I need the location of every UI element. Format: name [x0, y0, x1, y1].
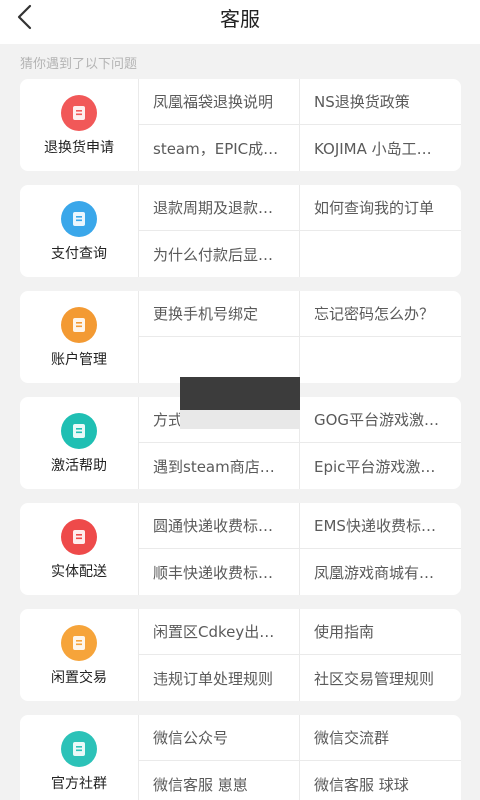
question-item[interactable]: 微信客服 崽崽 — [139, 761, 300, 800]
question-item — [300, 231, 461, 277]
category-card: 实体配送 圆通快递收费标… EMS快递收费标… 顺丰快递收费标… 凤凰游戏商城有… — [20, 503, 461, 595]
question-item[interactable]: 社区交易管理规则 — [300, 655, 461, 701]
category-5[interactable]: 实体配送 — [20, 503, 139, 595]
category-7[interactable]: 官方社群 — [20, 715, 139, 800]
question-item[interactable]: steam，EPIC成… — [139, 125, 300, 171]
category-icon — [61, 95, 97, 131]
question-item — [300, 337, 461, 383]
question-item[interactable]: 为什么付款后显… — [139, 231, 300, 277]
question-item[interactable]: EMS快递收费标… — [300, 503, 461, 549]
category-icon — [61, 731, 97, 767]
question-item[interactable]: KOJIMA 小岛工… — [300, 125, 461, 171]
question-item[interactable]: 忘记密码怎么办？ — [300, 291, 461, 337]
category-card: 退换货申请 凤凰福袋退换说明 NS退换货政策 steam，EPIC成… KOJIMA 小… — [20, 79, 461, 171]
question-item[interactable]: 凤凰福袋退换说明 — [139, 79, 300, 125]
page-title: 客服 — [220, 7, 260, 31]
category-icon — [61, 307, 97, 343]
question-item[interactable]: 微信公众号 — [139, 715, 300, 761]
question-item[interactable]: 如何查询我的订单 — [300, 185, 461, 231]
question-item[interactable]: 圆通快递收费标… — [139, 503, 300, 549]
category-label: 官方社群 — [51, 776, 107, 792]
category-label: 闲置交易 — [51, 670, 107, 686]
hint-text: 猜你遇到了以下问题 — [20, 57, 138, 72]
category-4[interactable]: 激活帮助 — [20, 397, 139, 489]
category-icon — [61, 413, 97, 449]
loading-toast-footer — [180, 410, 300, 429]
category-label: 账户管理 — [51, 352, 107, 368]
question-item[interactable]: 遇到steam商店… — [139, 443, 300, 489]
question-item[interactable]: 更换手机号绑定 — [139, 291, 300, 337]
category-6[interactable]: 闲置交易 — [20, 609, 139, 701]
category-label: 支付查询 — [51, 246, 107, 262]
category-3[interactable]: 账户管理 — [20, 291, 139, 383]
question-item[interactable]: 退款周期及退款… — [139, 185, 300, 231]
question-item[interactable]: GOG平台游戏激… — [300, 397, 461, 443]
category-label: 退换货申请 — [44, 140, 114, 156]
header-bar: 客服 — [0, 0, 480, 44]
question-item[interactable]: Epic平台游戏激… — [300, 443, 461, 489]
question-item[interactable]: 顺丰快递收费标… — [139, 549, 300, 595]
category-icon — [61, 625, 97, 661]
question-item[interactable]: 微信交流群 — [300, 715, 461, 761]
category-label: 激活帮助 — [51, 458, 107, 474]
category-icon — [61, 519, 97, 555]
question-item[interactable]: 使用指南 — [300, 609, 461, 655]
question-item[interactable]: 违规订单处理规则 — [139, 655, 300, 701]
category-icon — [61, 201, 97, 237]
question-item[interactable]: 闲置区Cdkey出… — [139, 609, 300, 655]
category-2[interactable]: 支付查询 — [20, 185, 139, 277]
category-card: 官方社群 微信公众号 微信交流群 微信客服 崽崽 微信客服 球球 — [20, 715, 461, 800]
category-card: 支付查询 退款周期及退款… 如何查询我的订单 为什么付款后显… — [20, 185, 461, 277]
category-1[interactable]: 退换货申请 — [20, 79, 139, 171]
category-card: 闲置交易 闲置区Cdkey出… 使用指南 违规订单处理规则 社区交易管理规则 — [20, 609, 461, 701]
category-card: 账户管理 更换手机号绑定 忘记密码怎么办？ — [20, 291, 461, 383]
question-item[interactable]: 凤凰游戏商城有… — [300, 549, 461, 595]
question-item[interactable]: NS退换货政策 — [300, 79, 461, 125]
question-item[interactable]: 微信客服 球球 — [300, 761, 461, 800]
category-label: 实体配送 — [51, 564, 107, 580]
